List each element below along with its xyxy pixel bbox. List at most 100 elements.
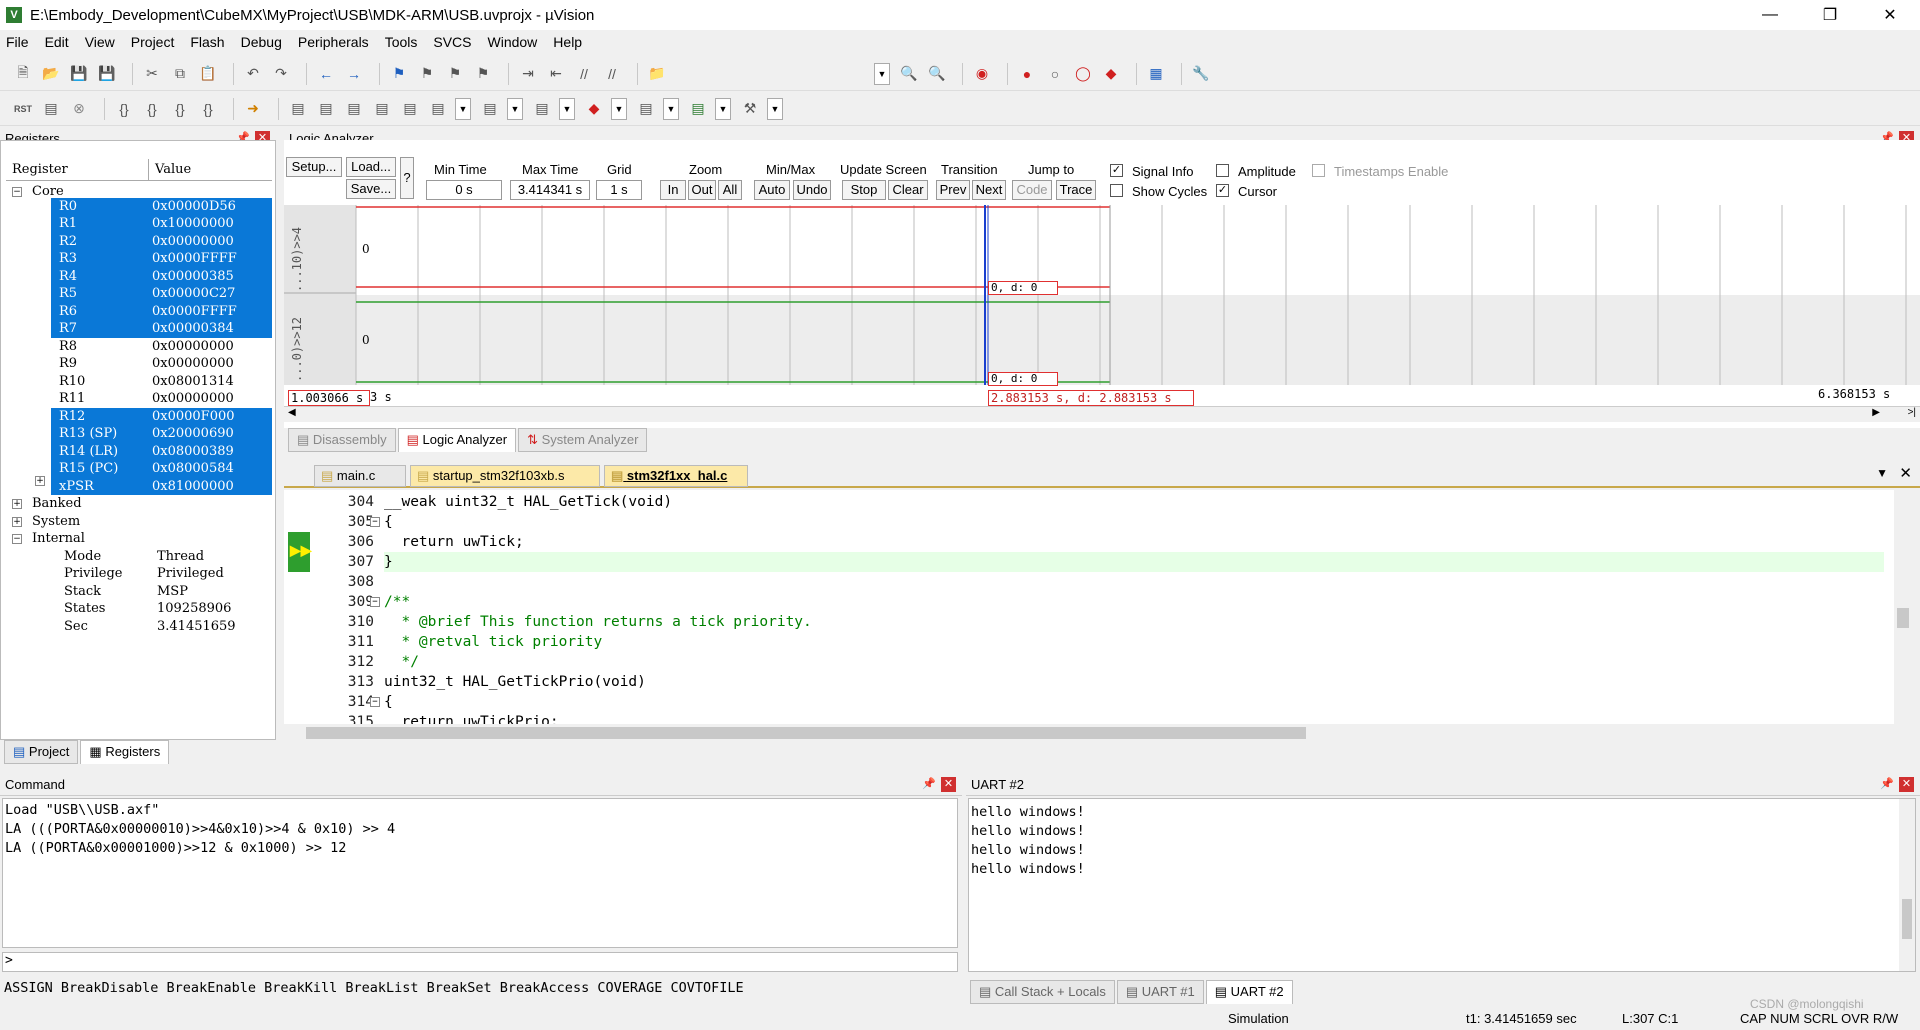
paste-icon[interactable]: 📋 — [197, 63, 219, 85]
code-button[interactable]: Code — [1012, 180, 1052, 200]
kill-breakpoints-icon[interactable]: ◆ — [1100, 63, 1122, 85]
registers-window-icon[interactable]: ▤ — [371, 98, 393, 120]
scroll-right-icon[interactable]: ▶ — [1872, 407, 1880, 418]
register-row[interactable]: R9 0x00000000 — [51, 355, 272, 373]
menu-tools[interactable]: Tools — [385, 34, 418, 50]
menu-flash[interactable]: Flash — [190, 34, 224, 50]
undo-button[interactable]: Undo — [793, 180, 831, 200]
cursor-checkbox[interactable]: ✓ — [1216, 184, 1229, 197]
register-row[interactable]: R10 0x08001314 — [51, 373, 272, 391]
minimize-button[interactable]: — — [1740, 0, 1800, 30]
save-icon[interactable]: 💾 — [68, 63, 90, 85]
la-setup-button[interactable]: Setup... — [286, 157, 342, 177]
window-layout-icon[interactable]: ▦ — [1145, 63, 1167, 85]
column-register[interactable]: Register — [6, 159, 149, 180]
menu-debug[interactable]: Debug — [241, 34, 282, 50]
fold-icon[interactable]: − — [370, 697, 380, 707]
register-row[interactable]: Privilege Privileged — [6, 565, 272, 583]
tab-stm32f1xx-hal-c[interactable]: ▤ stm32f1xx_hal.c — [604, 465, 748, 487]
menu-edit[interactable]: Edit — [45, 34, 69, 50]
expand-icon[interactable]: + — [12, 516, 22, 527]
serial-window-icon[interactable]: ▤ — [531, 98, 553, 120]
debug-session-icon[interactable]: ◉ — [971, 63, 993, 85]
toolbox-icon[interactable]: ⚒ — [739, 98, 761, 120]
timestamps-checkbox[interactable] — [1312, 164, 1325, 177]
waveform-canvas[interactable] — [284, 205, 1920, 395]
watch-window-icon[interactable]: ▤ — [427, 98, 449, 120]
register-row[interactable]: R3 0x0000FFFF — [51, 250, 272, 268]
pin-icon[interactable]: 📌 — [1880, 777, 1894, 790]
call-stack-window-icon[interactable]: ▤ — [399, 98, 421, 120]
signal2-name[interactable]: ...0)>>12 — [290, 302, 304, 382]
indent-icon[interactable]: ⇥ — [517, 63, 539, 85]
undo-icon[interactable]: ↶ — [242, 63, 264, 85]
run-to-cursor-icon[interactable]: {} — [197, 98, 219, 120]
disable-all-breakpoints-icon[interactable]: ◯ — [1072, 63, 1094, 85]
reset-icon[interactable]: RST — [12, 98, 34, 120]
maximize-button[interactable]: ❐ — [1800, 0, 1860, 30]
fold-icon[interactable]: − — [370, 597, 380, 607]
register-row[interactable]: Stack MSP — [6, 583, 272, 601]
register-row[interactable]: R0 0x00000D56 — [51, 197, 272, 215]
close-button[interactable]: ✕ — [1860, 0, 1920, 30]
pin-icon[interactable]: 📌 — [922, 777, 936, 790]
menu-help[interactable]: Help — [553, 34, 582, 50]
register-row[interactable]: R8 0x00000000 — [51, 338, 272, 356]
configure-icon[interactable]: 🔧 — [1190, 63, 1212, 85]
la-horizontal-scrollbar[interactable]: ◀ ▶ >| — [284, 406, 1920, 422]
next-button[interactable]: Next — [972, 180, 1006, 200]
step-out-icon[interactable]: {} — [169, 98, 191, 120]
code-editor[interactable]: ▶▶ 304 __weak uint32_t HAL_GetTick(void) 3… — [284, 490, 1912, 742]
comment-icon[interactable]: // — [573, 63, 595, 85]
register-row[interactable]: xPSR 0x81000000 + — [35, 475, 272, 495]
la-load-button[interactable]: Load... — [346, 157, 396, 177]
amplitude-checkbox[interactable] — [1216, 164, 1229, 177]
tab-list-dropdown-icon[interactable]: ▼ — [1876, 466, 1888, 480]
command-window-icon[interactable]: ▤ — [287, 98, 309, 120]
show-next-statement-icon[interactable]: ➜ — [242, 98, 264, 120]
memory-window-icon[interactable]: ▤ — [479, 98, 501, 120]
signal1-name[interactable]: ...10)>>4 — [290, 212, 304, 292]
tab-main-c[interactable]: ▤ main.c — [314, 465, 406, 487]
zoom-all-button[interactable]: All — [718, 180, 742, 200]
tab-uart1[interactable]: ▤ UART #1 — [1116, 980, 1204, 1004]
trace-window-icon[interactable]: ▤ — [635, 98, 657, 120]
zoom-out-button[interactable]: Out — [688, 180, 716, 200]
nav-back-icon[interactable]: ← — [315, 63, 337, 85]
collapse-icon[interactable]: − — [12, 534, 22, 544]
la-save-button[interactable]: Save... — [346, 179, 396, 199]
show-cycles-checkbox[interactable] — [1110, 184, 1123, 197]
register-row[interactable]: Sec 3.41451659 — [6, 618, 272, 636]
tab-logic-analyzer[interactable]: ▤ Logic Analyzer — [397, 428, 517, 452]
tab-registers[interactable]: ▦ Registers — [80, 740, 170, 764]
system-viewer-icon[interactable]: ▤ — [687, 98, 709, 120]
disable-breakpoint-icon[interactable]: ○ — [1044, 63, 1066, 85]
command-input[interactable]: > — [2, 952, 958, 972]
cut-icon[interactable]: ✂ — [141, 63, 163, 85]
menu-file[interactable]: File — [6, 34, 29, 50]
find-icon[interactable]: 🔍 — [926, 63, 948, 85]
tab-startup-s[interactable]: ▤ startup_stm32f103xb.s — [410, 465, 600, 487]
fold-icon[interactable]: − — [370, 517, 380, 527]
tab-project[interactable]: ▤ Project — [4, 740, 79, 764]
watch-dropdown[interactable]: ▼ — [455, 97, 471, 120]
nav-forward-icon[interactable]: → — [343, 63, 365, 85]
tab-system-analyzer[interactable]: ⇅ System Analyzer — [518, 428, 648, 452]
register-row[interactable]: Mode Thread — [6, 548, 272, 566]
bookmark-icon[interactable]: ⚑ — [388, 63, 410, 85]
trace-button[interactable]: Trace — [1056, 180, 1096, 200]
register-group[interactable]: + Banked — [6, 495, 272, 513]
system-viewer-dropdown[interactable]: ▼ — [715, 97, 731, 120]
incremental-find-icon[interactable]: 🔍 — [898, 63, 920, 85]
register-row[interactable]: R13 (SP) 0x20000690 — [51, 425, 272, 443]
close-editor-icon[interactable]: ✕ — [1899, 464, 1912, 482]
next-bookmark-icon[interactable]: ⚑ — [444, 63, 466, 85]
register-row[interactable]: R7 0x00000384 — [51, 320, 272, 338]
prev-button[interactable]: Prev — [936, 180, 970, 200]
editor-horizontal-scrollbar[interactable] — [284, 724, 1894, 742]
step-into-icon[interactable]: {} — [113, 98, 135, 120]
uart-scrollbar[interactable] — [1899, 799, 1915, 971]
expand-icon[interactable]: + — [12, 499, 22, 509]
column-value[interactable]: Value — [149, 159, 272, 180]
register-group[interactable]: − Internal — [6, 530, 272, 548]
